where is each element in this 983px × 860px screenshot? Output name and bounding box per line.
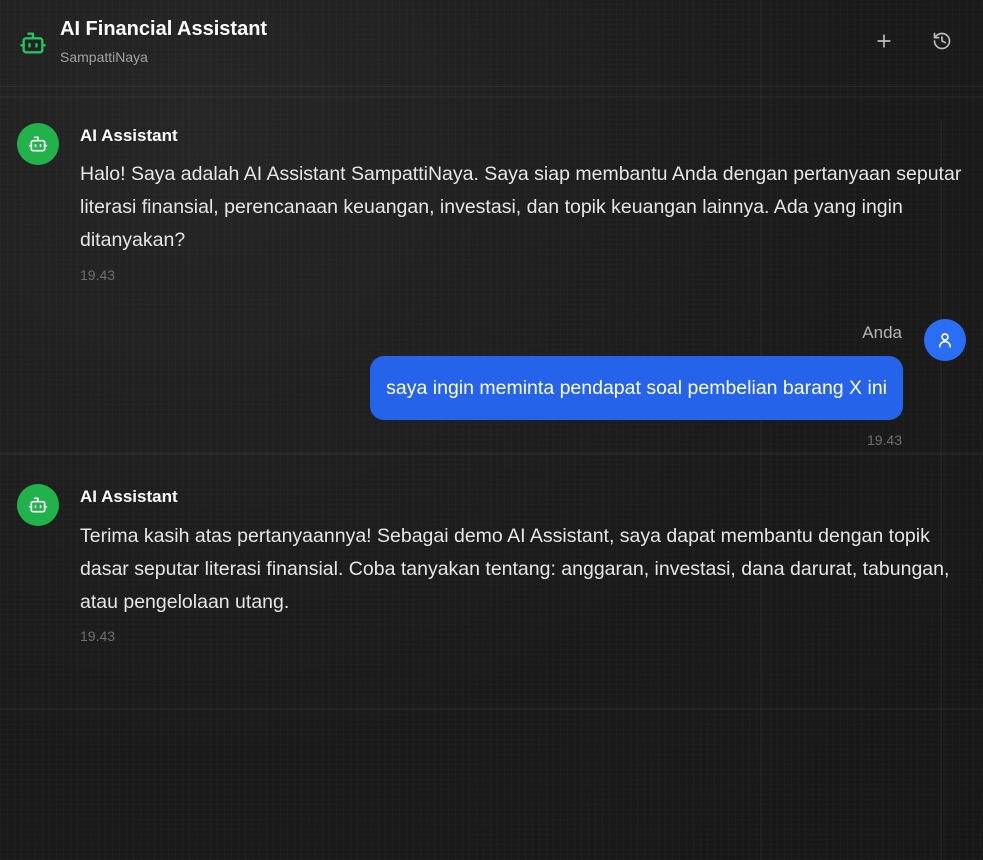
- new-chat-button[interactable]: [869, 26, 899, 56]
- message-timestamp: 19.43: [866, 432, 902, 448]
- message-timestamp: 19.43: [80, 628, 116, 644]
- bot-avatar: [17, 484, 59, 526]
- message-text: Terima kasih atas pertanyaannya! Sebagai…: [80, 525, 950, 613]
- page-title: AI Financial Assistant: [60, 18, 268, 40]
- user-message-bubble: saya ingin meminta pendapat soal pembeli…: [370, 356, 903, 420]
- chat-header: AI Financial Assistant SampattiNaya: [0, 0, 983, 87]
- chat-app: AI Financial Assistant SampattiNaya AI A…: [0, 0, 983, 860]
- message-sender: Anda: [862, 323, 902, 342]
- plus-icon: [877, 34, 891, 48]
- robot-icon: [19, 29, 47, 57]
- robot-icon: [28, 136, 48, 152]
- user-icon: [938, 333, 952, 348]
- message-sender: AI Assistant: [80, 126, 178, 145]
- history-button[interactable]: [927, 26, 957, 56]
- robot-icon: [28, 497, 48, 513]
- message-timestamp: 19.43: [80, 267, 116, 283]
- page-subtitle: SampattiNaya: [60, 49, 148, 65]
- message-sender: AI Assistant: [80, 487, 178, 506]
- user-avatar: [924, 319, 966, 361]
- bot-avatar: [17, 123, 59, 165]
- message-text: Halo! Saya adalah AI Assistant SampattiN…: [80, 163, 962, 251]
- history-icon: [933, 32, 951, 50]
